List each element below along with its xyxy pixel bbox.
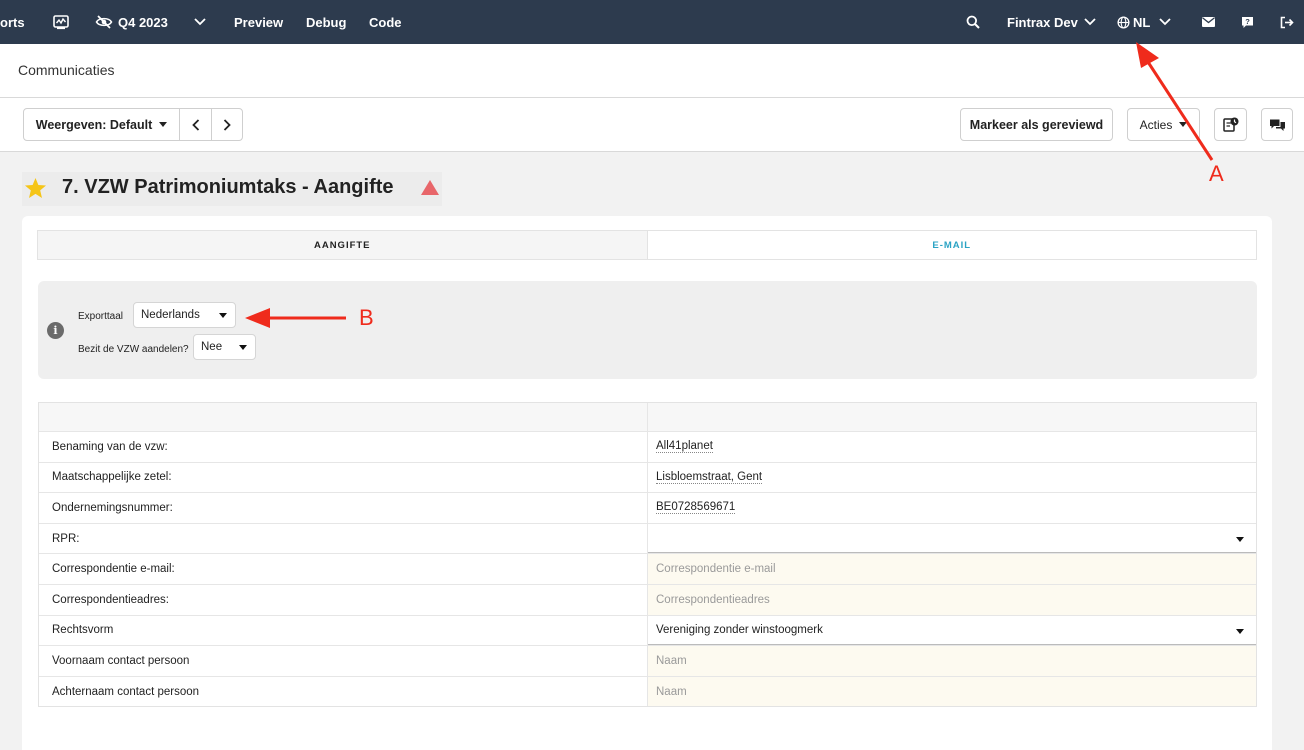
language-selector[interactable]: NL [1117, 0, 1171, 44]
info-icon[interactable]: i [47, 322, 64, 339]
mark-reviewed-button[interactable]: Markeer als gereviewd [960, 108, 1113, 141]
rpr-select[interactable] [648, 524, 1256, 554]
page-title: Communicaties [18, 62, 115, 78]
row-label: Maatschappelijke zetel: [39, 462, 648, 493]
row-label: Rechtsvorm [39, 615, 648, 646]
table-row: Correspondentieadres: Correspondentieadr… [39, 583, 1256, 615]
nav-preview[interactable]: Preview [234, 0, 283, 44]
comments-icon [1269, 119, 1285, 131]
caret-down-icon [219, 313, 227, 318]
chevron-down-icon [1084, 18, 1096, 26]
row-label: Achternaam contact persoon [39, 676, 648, 707]
star-icon[interactable] [24, 177, 47, 199]
logout-icon[interactable] [1280, 0, 1294, 44]
caret-down-icon [1236, 536, 1244, 542]
table-row: RPR: [39, 522, 1256, 554]
contact-last-name-field[interactable]: Naam [648, 676, 1256, 707]
page-header: Communicaties [0, 44, 1304, 98]
tab-email[interactable]: E-MAIL [647, 231, 1256, 259]
caret-down-icon [1236, 628, 1244, 634]
table-header-row [39, 403, 1256, 431]
history-button[interactable] [1214, 108, 1247, 141]
caret-down-icon [1179, 122, 1188, 127]
nav-debug[interactable]: Debug [306, 0, 346, 44]
toolbar: Weergeven: Default Markeer als gereviewd… [0, 98, 1304, 152]
table-row: Maatschappelijke zetel: Lisbloemstraat, … [39, 461, 1256, 493]
comments-button[interactable] [1261, 108, 1293, 141]
options-panel [38, 281, 1257, 379]
chevron-down-icon [1159, 18, 1171, 26]
legal-form-select[interactable]: Vereniging zonder winstoogmerk [648, 616, 1256, 646]
previous-button[interactable] [179, 108, 212, 141]
globe-icon [1117, 15, 1130, 29]
document-clock-icon [1222, 117, 1238, 132]
page-heading: 7. VZW Patrimoniumtaks - Aangifte [62, 176, 394, 198]
correspondence-address-field[interactable]: Correspondentieadres [648, 584, 1256, 615]
caret-down-icon [159, 122, 168, 127]
chevron-right-icon [223, 118, 231, 131]
table-row: Rechtsvorm Vereniging zonder winstoogmer… [39, 614, 1256, 646]
row-label: Ondernemingsnummer: [39, 493, 648, 523]
svg-text:?: ? [1245, 17, 1250, 26]
row-label: Correspondentie e-mail: [39, 554, 648, 584]
tab-aangifte[interactable]: AANGIFTE [38, 231, 648, 259]
view-selector-button[interactable]: Weergeven: Default [23, 108, 180, 141]
eye-slash-icon[interactable] [95, 0, 113, 44]
mail-icon[interactable] [1202, 0, 1215, 44]
tab-bar: AANGIFTE E-MAIL [37, 230, 1257, 260]
owns-shares-select[interactable]: Nee [193, 334, 256, 360]
company-number-field[interactable]: BE0728569671 [648, 493, 1256, 523]
company-selector[interactable]: Fintrax Dev [1007, 0, 1096, 44]
table-row: Ondernemingsnummer: BE0728569671 [39, 492, 1256, 523]
help-icon[interactable]: ? [1241, 0, 1254, 44]
export-language-label: Exporttaal [78, 311, 124, 322]
nav-code[interactable]: Code [369, 0, 402, 44]
actions-button[interactable]: Acties [1127, 108, 1200, 141]
correspondence-email-field[interactable]: Correspondentie e-mail [648, 554, 1256, 584]
table-header-cell [648, 403, 1256, 431]
row-label: Benaming van de vzw: [39, 432, 648, 462]
nav-reports[interactable]: orts [0, 0, 25, 44]
table-row: Achternaam contact persoon Naam [39, 675, 1256, 707]
annotation-label-a: A [1209, 161, 1224, 186]
caret-down-icon [239, 345, 247, 350]
vzw-name-field[interactable]: All41planet [648, 432, 1256, 462]
table-row: Benaming van de vzw: All41planet [39, 431, 1256, 462]
table-row: Voornaam contact persoon Naam [39, 645, 1256, 676]
table-header-cell [39, 403, 648, 431]
period-selector[interactable]: Q4 2023 [118, 0, 168, 44]
annotation-label-b: B [359, 305, 374, 330]
table-row: Correspondentie e-mail: Correspondentie … [39, 553, 1256, 584]
row-label: RPR: [39, 523, 648, 554]
owns-shares-label: Bezit de VZW aandelen? [78, 344, 189, 355]
next-button[interactable] [211, 108, 243, 141]
period-chevron-icon[interactable] [194, 0, 206, 44]
export-language-select[interactable]: Nederlands [133, 302, 236, 328]
top-navigation-bar: orts Q4 2023 Preview Debug Code Fintrax … [0, 0, 1304, 44]
registered-office-field[interactable]: Lisbloemstraat, Gent [648, 463, 1256, 493]
contact-first-name-field[interactable]: Naam [648, 646, 1256, 676]
warning-triangle-icon [421, 180, 439, 195]
dashboard-icon[interactable] [53, 0, 69, 44]
row-label: Correspondentieadres: [39, 584, 648, 615]
row-label: Voornaam contact persoon [39, 646, 648, 676]
search-icon[interactable] [966, 0, 980, 44]
chevron-left-icon [191, 118, 199, 131]
declaration-table: Benaming van de vzw: All41planet Maatsch… [38, 402, 1257, 708]
